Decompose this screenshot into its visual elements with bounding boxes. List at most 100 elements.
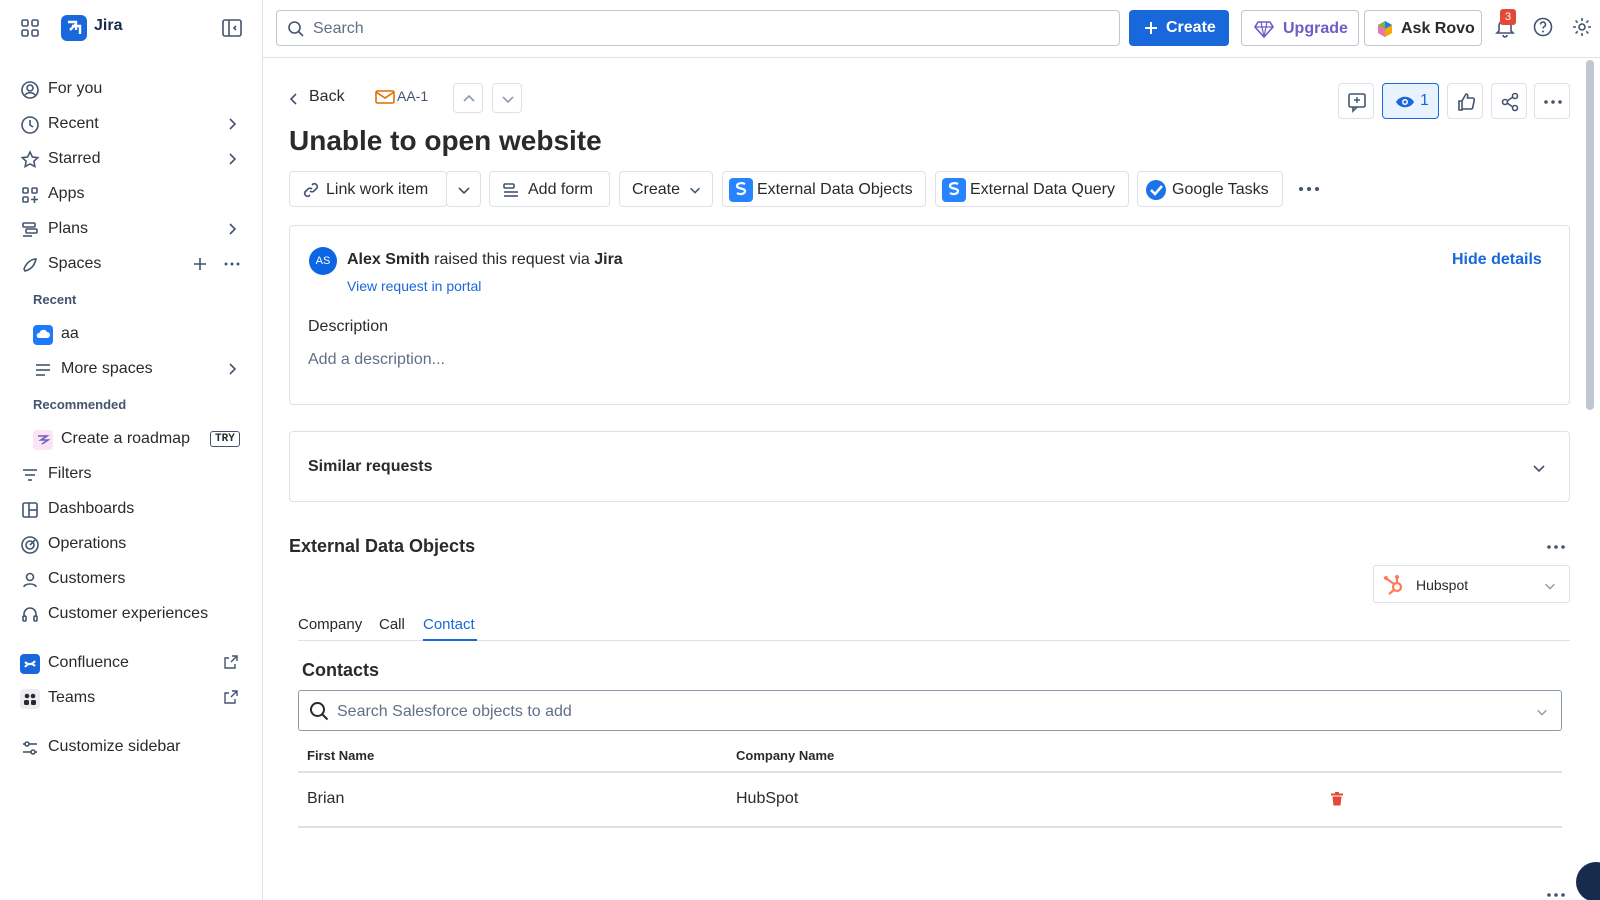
- search-input[interactable]: Search: [276, 10, 1120, 46]
- sidebar-item-starred[interactable]: Starred: [0, 142, 262, 176]
- sidebar-item-customers[interactable]: Customers: [0, 562, 262, 596]
- add-form-label: Add form: [528, 181, 593, 198]
- create-button[interactable]: Create: [1129, 10, 1229, 46]
- sidebar-item-more-spaces[interactable]: More spaces: [0, 352, 262, 386]
- add-space-icon[interactable]: [192, 256, 208, 272]
- collapse-sidebar-icon[interactable]: [221, 18, 243, 38]
- sidebar-item-customer-experiences[interactable]: Customer experiences: [0, 597, 262, 631]
- salesforce-search-input[interactable]: Search Salesforce objects to add: [298, 690, 1562, 731]
- salesforce-search-placeholder: Search Salesforce objects to add: [337, 703, 572, 720]
- rovo-icon: [1375, 19, 1395, 39]
- issue-title[interactable]: Unable to open website: [289, 125, 602, 157]
- topbar-divider: [263, 57, 1600, 58]
- sidebar-item-filters[interactable]: Filters: [0, 457, 262, 491]
- sidebar-item-operations[interactable]: Operations: [0, 527, 262, 561]
- chevron-right-icon[interactable]: [224, 361, 240, 377]
- sidebar-item-dashboards[interactable]: Dashboards: [0, 492, 262, 526]
- upgrade-button[interactable]: Upgrade: [1241, 10, 1359, 46]
- column-header-first-name: First Name: [307, 748, 375, 763]
- add-form-button[interactable]: Add form: [489, 171, 610, 207]
- jira-logo-icon[interactable]: [61, 15, 87, 41]
- form-icon: [502, 181, 520, 199]
- issue-key[interactable]: AA-1: [397, 88, 428, 104]
- more-options-icon[interactable]: [223, 256, 241, 272]
- help-icon[interactable]: [1532, 16, 1554, 38]
- external-more-icon[interactable]: [1545, 538, 1567, 556]
- hubspot-logo-icon: [1382, 573, 1406, 597]
- sidebar-item-spaces[interactable]: Spaces: [0, 247, 262, 281]
- app-switcher-icon[interactable]: [20, 18, 40, 38]
- sidebar-item-confluence[interactable]: Confluence: [0, 646, 262, 680]
- sidebar-item-label: For you: [48, 80, 103, 97]
- tab-call[interactable]: Call: [379, 616, 405, 633]
- bottom-more-icon[interactable]: [1545, 890, 1567, 900]
- sidebar-item-create-roadmap[interactable]: Create a roadmap TRY: [0, 422, 262, 456]
- more-actions-button[interactable]: [1534, 83, 1570, 119]
- upgrade-button-label: Upgrade: [1283, 20, 1348, 37]
- list-icon: [33, 360, 53, 380]
- chevron-left-icon[interactable]: [287, 91, 301, 107]
- gem-icon: [1254, 20, 1274, 38]
- delete-row-icon[interactable]: [1331, 792, 1343, 806]
- chevron-down-icon[interactable]: [1535, 705, 1549, 719]
- chevron-right-icon[interactable]: [224, 151, 240, 167]
- operations-icon: [20, 535, 40, 555]
- contacts-heading: Contacts: [302, 660, 380, 680]
- ask-rovo-button[interactable]: Ask Rovo: [1364, 10, 1482, 46]
- external-data-objects-button[interactable]: External Data Objects: [722, 171, 926, 207]
- sidebar-item-for-you[interactable]: For you: [0, 72, 262, 106]
- sidebar-item-teams[interactable]: Teams: [0, 681, 262, 715]
- sidebar-item-recent[interactable]: Recent: [0, 107, 262, 141]
- chevron-right-icon[interactable]: [224, 221, 240, 237]
- toolbar-more-icon[interactable]: [1296, 180, 1322, 198]
- sidebar-item-space-aa[interactable]: aa: [0, 317, 262, 351]
- avatar[interactable]: AS: [309, 247, 337, 275]
- settings-gear-icon[interactable]: [1571, 16, 1593, 38]
- similar-requests-section[interactable]: Similar requests: [289, 431, 1570, 502]
- back-link[interactable]: Back: [309, 88, 345, 106]
- person-icon: [20, 570, 40, 590]
- app-name[interactable]: Jira: [94, 17, 122, 35]
- share-button[interactable]: [1491, 83, 1527, 119]
- plus-icon: [1143, 20, 1159, 36]
- reporter-name[interactable]: Alex Smith: [347, 251, 430, 268]
- sidebar-item-label: Recent: [48, 115, 99, 132]
- sidebar-item-apps[interactable]: Apps: [0, 177, 262, 211]
- tab-company[interactable]: Company: [298, 616, 362, 633]
- sidebar-item-label: Spaces: [48, 255, 102, 272]
- tabs-divider: [298, 640, 1570, 641]
- link-work-item-label: Link work item: [326, 181, 429, 198]
- link-dropdown-button[interactable]: [446, 171, 481, 207]
- previous-issue-button[interactable]: [453, 83, 483, 113]
- create-dropdown-button[interactable]: Create: [619, 171, 713, 207]
- sidebar-item-plans[interactable]: Plans: [0, 212, 262, 246]
- like-button[interactable]: [1447, 83, 1483, 119]
- chevron-down-icon[interactable]: [1531, 460, 1547, 476]
- help-widget-button[interactable]: [1576, 862, 1600, 900]
- link-work-item-button[interactable]: Link work item: [289, 171, 447, 207]
- external-data-objects-label: External Data Objects: [757, 181, 913, 198]
- external-data-objects-heading: External Data Objects: [289, 536, 476, 556]
- recommended-section-label: Recommended: [33, 397, 127, 412]
- sidebar-item-customize[interactable]: Customize sidebar: [0, 730, 262, 764]
- chevron-right-icon[interactable]: [224, 116, 240, 132]
- view-in-portal-link[interactable]: View request in portal: [347, 278, 481, 294]
- next-issue-button[interactable]: [492, 83, 522, 113]
- main-scrollbar[interactable]: [1586, 60, 1594, 410]
- email-request-icon: [375, 89, 395, 105]
- sidebar-item-label: Customers: [48, 570, 126, 587]
- star-icon: [20, 150, 40, 170]
- confluence-logo-icon: [20, 654, 40, 674]
- sidebar-header: Jira: [0, 0, 263, 56]
- description-field[interactable]: Add a description...: [308, 351, 445, 369]
- tab-contact[interactable]: Contact: [423, 616, 475, 633]
- provider-select[interactable]: Hubspot: [1373, 565, 1570, 603]
- watch-button[interactable]: 1: [1382, 83, 1439, 119]
- sidebar-item-label: Create a roadmap: [61, 430, 190, 447]
- create-dropdown-label: Create: [632, 181, 681, 198]
- feedback-button[interactable]: [1338, 83, 1374, 119]
- sidebar-item-label: aa: [61, 325, 79, 342]
- google-tasks-button[interactable]: Google Tasks: [1137, 171, 1283, 207]
- hide-details-button[interactable]: Hide details: [1452, 251, 1542, 269]
- external-data-query-button[interactable]: External Data Query: [935, 171, 1129, 207]
